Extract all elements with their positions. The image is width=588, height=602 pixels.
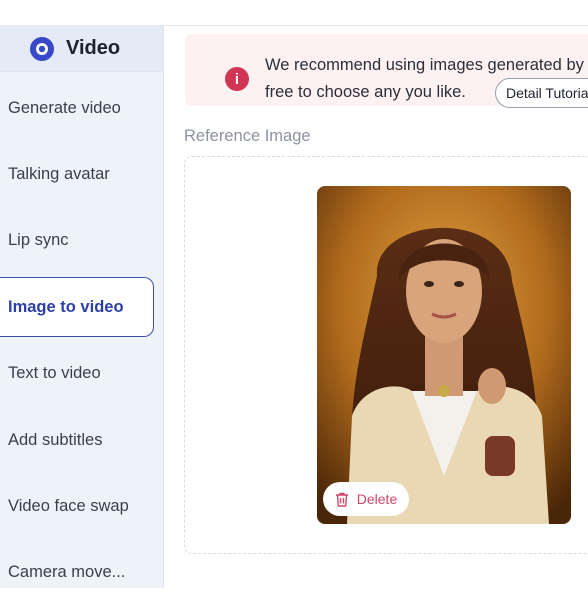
sidebar: Video Generate video Talking avatar Lip … <box>0 26 164 588</box>
sidebar-item-video-face-swap[interactable]: Video face swap <box>0 476 154 536</box>
info-icon: i <box>225 67 249 91</box>
detail-tutorial-button[interactable]: Detail Tutorial <box>495 78 588 108</box>
sidebar-item-add-subtitles[interactable]: Add subtitles <box>0 410 154 470</box>
sidebar-item-image-to-video[interactable]: Image to video <box>0 277 154 337</box>
top-bar <box>0 0 588 26</box>
sidebar-item-text-to-video[interactable]: Text to video <box>0 343 154 403</box>
sidebar-item-generate-video[interactable]: Generate video <box>0 78 154 138</box>
sidebar-title: Video <box>66 37 121 59</box>
main-panel: i We recommend using images generated by… <box>165 26 588 588</box>
reference-image <box>317 186 571 524</box>
alert-text-line1: We recommend using images generated by <box>265 56 584 74</box>
sidebar-item-camera-move[interactable]: Camera move... <box>0 542 154 602</box>
sidebar-item-talking-avatar[interactable]: Talking avatar <box>0 144 154 204</box>
alert-text-line2: free to choose any you like. <box>265 83 466 101</box>
trash-icon <box>335 492 349 507</box>
delete-image-button[interactable]: Delete <box>323 482 409 516</box>
recommendation-alert: i We recommend using images generated by… <box>185 34 588 108</box>
delete-label: Delete <box>356 491 398 507</box>
video-play-icon <box>30 36 54 61</box>
sidebar-item-lip-sync[interactable]: Lip sync <box>0 210 154 270</box>
sidebar-header: Video <box>0 26 163 72</box>
reference-image-label: Reference Image <box>184 127 311 145</box>
